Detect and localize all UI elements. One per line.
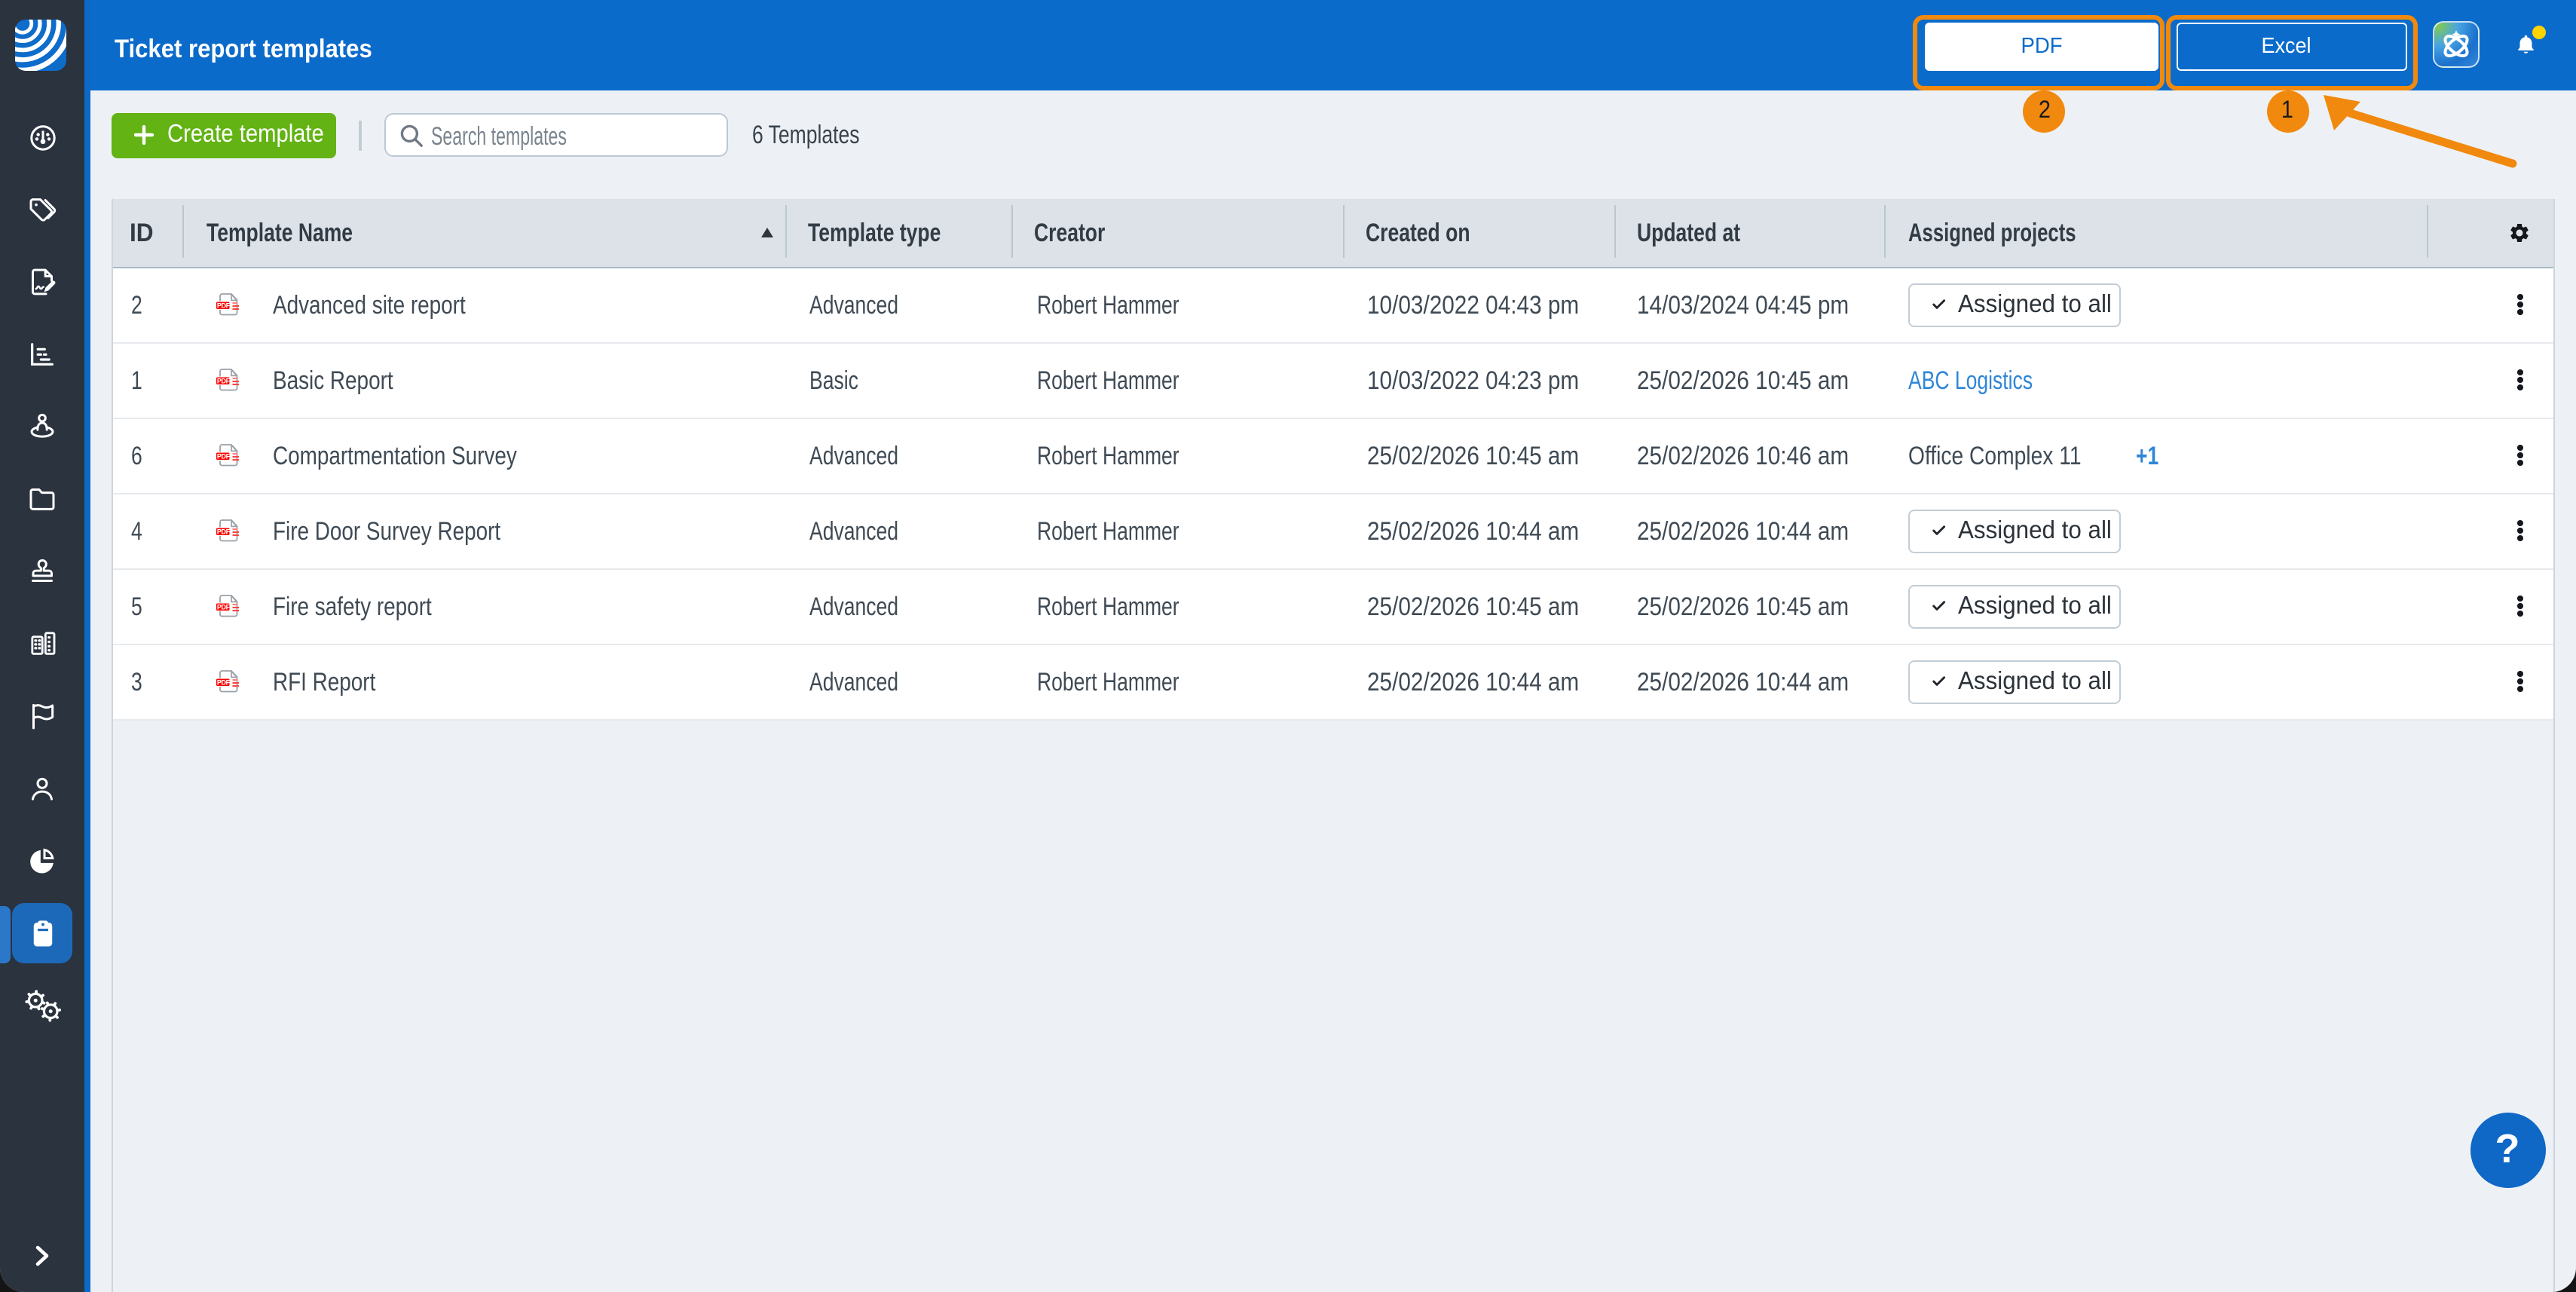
svg-text:PDF: PDF [216,528,230,536]
svg-text:PDF: PDF [216,604,230,611]
svg-text:PDF: PDF [216,378,230,385]
svg-text:PDF: PDF [216,302,230,310]
svg-text:PDF: PDF [216,679,230,687]
svg-text:PDF: PDF [216,453,230,461]
